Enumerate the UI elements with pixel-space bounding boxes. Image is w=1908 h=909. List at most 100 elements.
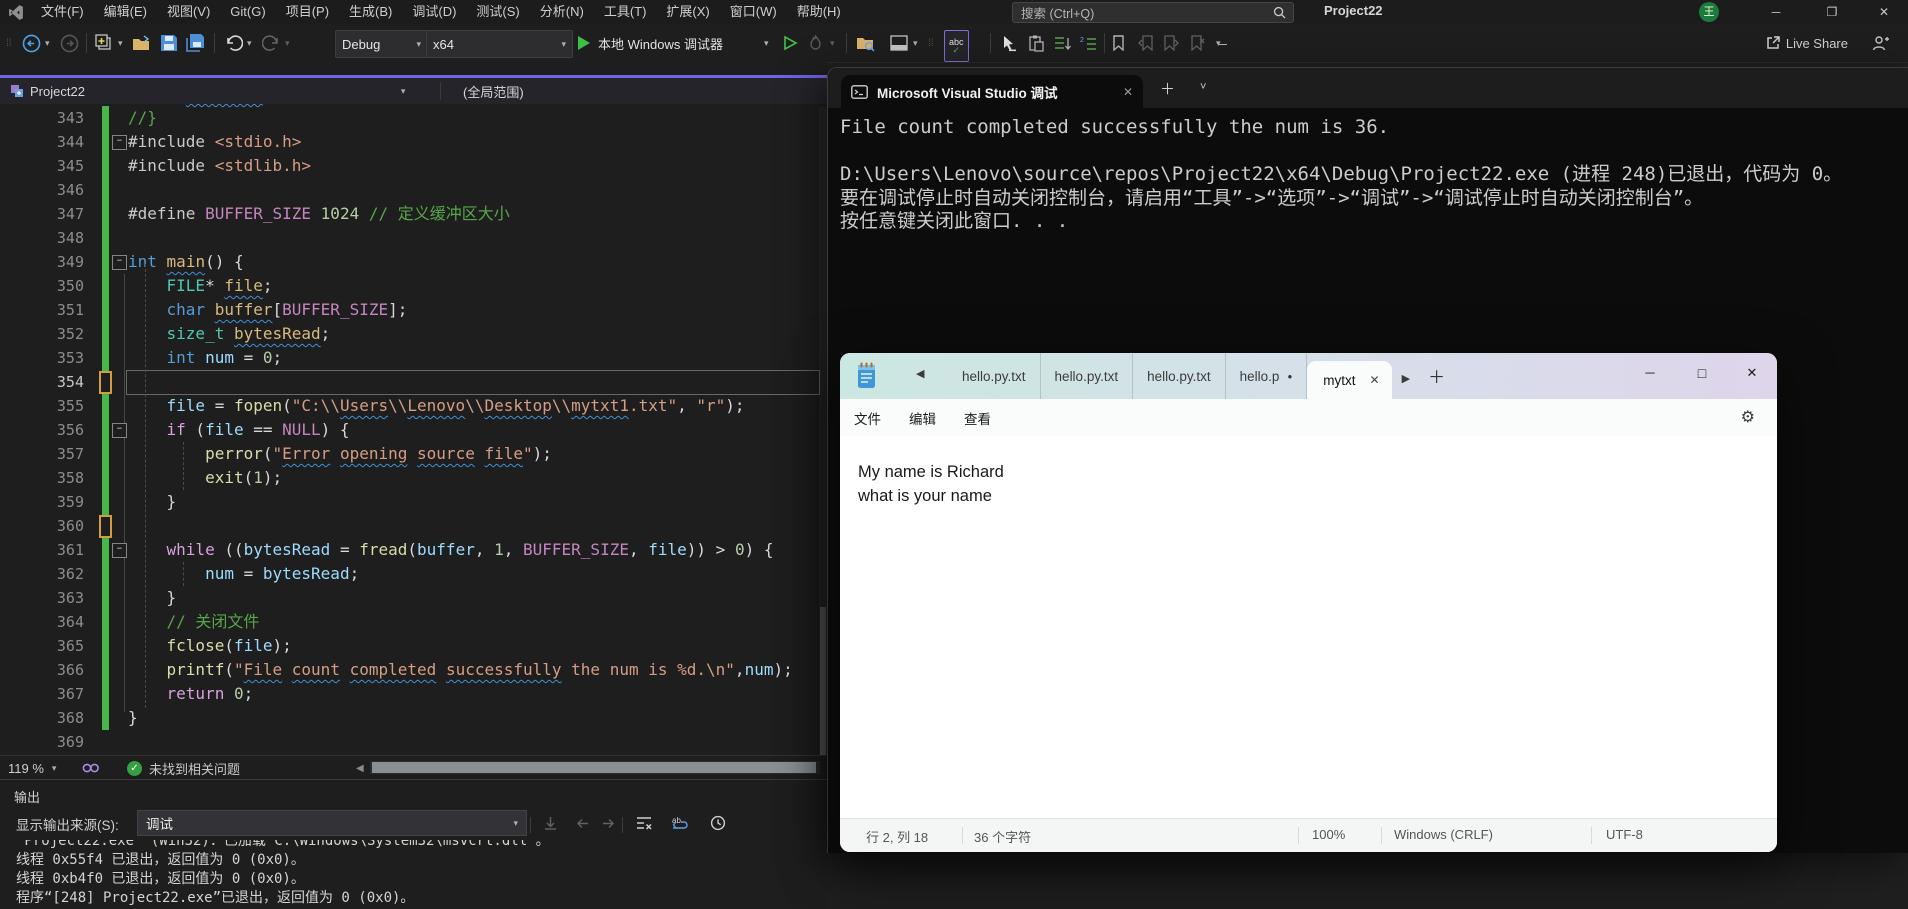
notepad-tab-active[interactable]: mytxt ✕ bbox=[1307, 361, 1392, 399]
fold-toggle-icon[interactable]: − bbox=[112, 135, 127, 150]
fold-toggle-icon[interactable]: − bbox=[112, 543, 127, 558]
bookmark-next-icon[interactable] bbox=[1164, 30, 1179, 56]
notepad-menu-item[interactable]: 编辑 bbox=[895, 408, 950, 428]
notepad-tab[interactable]: hello.py.txt bbox=[1133, 353, 1226, 399]
hot-reload-dropdown[interactable]: ▾ bbox=[830, 30, 835, 56]
notepad-menu-item[interactable]: 查看 bbox=[950, 408, 1005, 428]
terminal-tab[interactable]: Microsoft Visual Studio 调试 ✕ bbox=[841, 75, 1143, 108]
vs-menu-item[interactable]: 项目(P) bbox=[276, 0, 339, 24]
start-debug-dropdown[interactable]: ▾ bbox=[764, 30, 769, 56]
word-wrap-icon[interactable]: ab bbox=[668, 812, 692, 834]
hot-reload-icon[interactable] bbox=[808, 30, 823, 56]
start-without-debug-icon[interactable] bbox=[782, 30, 798, 56]
navigate-forward-button[interactable] bbox=[60, 30, 79, 56]
notepad-text-area[interactable]: My name is Richard what is your name bbox=[840, 436, 1777, 818]
vs-menu-item[interactable]: 调试(D) bbox=[402, 0, 466, 24]
window-layout-icon[interactable] bbox=[890, 30, 908, 56]
vs-close-button[interactable]: ✕ bbox=[1861, 0, 1907, 24]
project-dropdown[interactable]: Project22 ▾ bbox=[0, 84, 440, 99]
vs-menu-item[interactable]: Git(G) bbox=[220, 0, 275, 24]
start-debug-button[interactable]: 本地 Windows 调试器 bbox=[598, 30, 723, 56]
navigate-back-dropdown[interactable]: ▾ bbox=[45, 30, 50, 56]
notepad-new-tab-button[interactable]: ＋ bbox=[1428, 363, 1445, 388]
code-line[interactable]: 345 #include <stdlib.h> bbox=[0, 154, 827, 178]
vs-menu-item[interactable]: 生成(B) bbox=[339, 0, 402, 24]
vs-menu-item[interactable]: 工具(T) bbox=[594, 0, 657, 24]
bookmark-clear-icon[interactable] bbox=[1190, 30, 1205, 56]
output-source-select[interactable]: 调试 ▾ bbox=[137, 810, 527, 836]
search-input[interactable]: 搜索 (Ctrl+Q) bbox=[1012, 2, 1294, 23]
bookmark-prev-icon[interactable] bbox=[1138, 30, 1153, 56]
bookmark-toggle-icon[interactable] bbox=[1112, 30, 1125, 56]
solution-config-select[interactable]: Debug ▾ bbox=[335, 30, 428, 58]
save-button[interactable] bbox=[160, 30, 178, 56]
new-project-dropdown[interactable]: ▾ bbox=[118, 30, 123, 56]
toolbar-drag-handle[interactable]: ⁞⁞ bbox=[6, 30, 12, 56]
terminal-tab-dropdown[interactable]: ˅ bbox=[1200, 81, 1206, 93]
terminal-tab-close-icon[interactable]: ✕ bbox=[1123, 85, 1133, 99]
editor-hscroll-thumb[interactable] bbox=[372, 762, 816, 773]
toolbar-overflow-button[interactable]: ▾ bbox=[1216, 30, 1227, 56]
editor-vscroll-thumb[interactable] bbox=[820, 607, 826, 757]
code-health-indicator[interactable]: ✓ 未找到相关问题 bbox=[127, 759, 240, 778]
line-numbers-icon[interactable]: 2 bbox=[1080, 30, 1097, 56]
window-layout-dropdown[interactable]: ▾ bbox=[913, 30, 918, 56]
zoom-level-select[interactable]: 119 % ▾ bbox=[8, 761, 78, 776]
save-all-button[interactable] bbox=[186, 30, 206, 56]
vs-menu-item[interactable]: 扩展(X) bbox=[656, 0, 719, 24]
vs-menu-item[interactable]: 编辑(E) bbox=[94, 0, 157, 24]
code-line[interactable]: 348 bbox=[0, 226, 827, 250]
new-project-button[interactable] bbox=[94, 30, 114, 56]
find-in-files-icon[interactable] bbox=[856, 30, 876, 56]
code-editor[interactable]: 342 343//}344#include <stdio.h>−345#incl… bbox=[0, 62, 827, 779]
code-line[interactable]: 347 #define BUFFER_SIZE 1024 // 定义缓冲区大小 bbox=[0, 202, 827, 226]
code-line[interactable]: 346 bbox=[0, 178, 827, 202]
notepad-tab[interactable]: hello.py.txt bbox=[948, 353, 1041, 399]
zoom-level[interactable]: 100% bbox=[1312, 827, 1345, 842]
goto-message-icon[interactable] bbox=[538, 812, 562, 834]
navigate-back-button[interactable] bbox=[22, 30, 41, 56]
toolbar-drag-handle-2[interactable]: ⁞⁞ bbox=[928, 30, 934, 56]
terminal-new-tab-button[interactable]: ＋ bbox=[1160, 78, 1175, 99]
notepad-tab-scroll-right-icon[interactable]: ▶ bbox=[1402, 372, 1410, 385]
vs-menu-item[interactable]: 测试(S) bbox=[466, 0, 529, 24]
vs-maximize-button[interactable]: ❐ bbox=[1809, 0, 1855, 24]
hscroll-left-arrow[interactable]: ◀ bbox=[356, 763, 364, 774]
prev-message-icon[interactable] bbox=[570, 812, 594, 834]
vs-menu-item[interactable]: 分析(N) bbox=[530, 0, 594, 24]
vs-menu-item[interactable]: 帮助(H) bbox=[787, 0, 851, 24]
live-share-button[interactable]: Live Share bbox=[1765, 30, 1848, 56]
timestamp-icon[interactable] bbox=[706, 812, 730, 834]
paste-icon[interactable] bbox=[1028, 30, 1044, 56]
notepad-window[interactable]: ◀ hello.py.txt hello.py.txt hello.py.txt he… bbox=[840, 353, 1777, 852]
clear-all-icon[interactable] bbox=[632, 812, 656, 834]
notepad-tab[interactable]: hello.py.txt bbox=[1041, 353, 1134, 399]
code-line[interactable]: 343 //} bbox=[0, 106, 827, 130]
vs-menu-item[interactable]: 视图(V) bbox=[157, 0, 220, 24]
vs-menu-item[interactable]: 窗口(W) bbox=[720, 0, 787, 24]
tab-close-icon[interactable]: ✕ bbox=[1370, 373, 1380, 387]
next-message-icon[interactable] bbox=[596, 812, 620, 834]
fold-toggle-icon[interactable]: − bbox=[112, 423, 127, 438]
notepad-maximize-button[interactable]: □ bbox=[1679, 353, 1725, 393]
notepad-tab-scroll-left-icon[interactable]: ◀ bbox=[916, 367, 924, 380]
redo-dropdown[interactable]: ▾ bbox=[285, 30, 290, 56]
solution-platform-select[interactable]: x64 ▾ bbox=[426, 30, 573, 58]
vs-minimize-button[interactable]: ─ bbox=[1753, 0, 1799, 24]
scope-dropdown[interactable]: (全局范围) bbox=[441, 82, 524, 101]
editor-vertical-scrollbar[interactable] bbox=[819, 107, 827, 779]
notepad-menu-item[interactable]: 文件 bbox=[840, 408, 895, 428]
undo-button[interactable] bbox=[224, 30, 243, 56]
settings-gear-icon[interactable]: ⚙ bbox=[1741, 407, 1755, 427]
select-cursor-icon[interactable] bbox=[1000, 30, 1017, 56]
spell-checker-toggle[interactable]: abc ✓ bbox=[944, 30, 969, 62]
line-spacing-icon[interactable] bbox=[1054, 30, 1071, 56]
notepad-close-button[interactable]: ✕ bbox=[1729, 353, 1775, 393]
open-folder-icon[interactable] bbox=[132, 30, 152, 56]
notepad-minimize-button[interactable]: ─ bbox=[1627, 353, 1673, 393]
account-avatar[interactable]: 王 bbox=[1699, 2, 1719, 22]
code-line[interactable]: 369 bbox=[0, 730, 827, 754]
editor-horizontal-scrollbar[interactable] bbox=[370, 761, 820, 774]
notepad-tab[interactable]: hello.p ● bbox=[1226, 353, 1308, 399]
start-debug-play-icon[interactable] bbox=[578, 30, 590, 56]
